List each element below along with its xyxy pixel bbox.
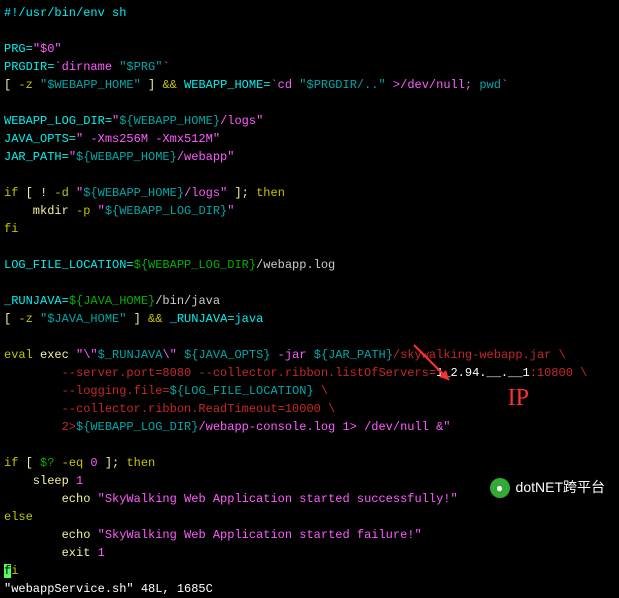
code-line: PRGDIR=`dirname "$PRG"` (4, 58, 615, 76)
code-line (4, 274, 615, 292)
code-line: [ -z "$WEBAPP_HOME" ] && WEBAPP_HOME=`cd… (4, 76, 615, 94)
code-line: _RUNJAVA=${JAVA_HOME}/bin/java (4, 292, 615, 310)
code-line (4, 22, 615, 40)
code-line: if [ $? -eq 0 ]; then (4, 454, 615, 472)
code-line: JAR_PATH="${WEBAPP_HOME}/webapp" (4, 148, 615, 166)
code-line: 2>${WEBAPP_LOG_DIR}/webapp-console.log 1… (4, 418, 615, 436)
watermark-text: dotNET跨平台 (516, 477, 605, 498)
code-line (4, 328, 615, 346)
code-line: JAVA_OPTS=" -Xms256M -Xmx512M" (4, 130, 615, 148)
code-line: fi (4, 562, 615, 580)
terminal-editor[interactable]: #!/usr/bin/env sh PRG="$0" PRGDIR=`dirna… (4, 4, 615, 598)
code-line: mkdir -p "${WEBAPP_LOG_DIR}" (4, 202, 615, 220)
code-line (4, 94, 615, 112)
code-line: LOG_FILE_LOCATION=${WEBAPP_LOG_DIR}/weba… (4, 256, 615, 274)
status-line: "webappService.sh" 48L, 1685C (4, 580, 615, 598)
code-line: fi (4, 220, 615, 238)
cursor: f (4, 564, 11, 578)
code-line: echo "SkyWalking Web Application started… (4, 526, 615, 544)
code-line (4, 166, 615, 184)
ip-annotation: IP (508, 380, 529, 416)
code-line: if [ ! -d "${WEBAPP_HOME}/logs" ]; then (4, 184, 615, 202)
wechat-icon: ● (490, 478, 510, 498)
code-line: PRG="$0" (4, 40, 615, 58)
code-line: #!/usr/bin/env sh (4, 4, 615, 22)
code-line: eval exec "\"$_RUNJAVA\" ${JAVA_OPTS} -j… (4, 346, 615, 364)
code-line: WEBAPP_LOG_DIR="${WEBAPP_HOME}/logs" (4, 112, 615, 130)
code-line (4, 238, 615, 256)
code-line: else (4, 508, 615, 526)
watermark: ● dotNET跨平台 (490, 477, 605, 498)
code-line: [ -z "$JAVA_HOME" ] && _RUNJAVA=java (4, 310, 615, 328)
code-line: exit 1 (4, 544, 615, 562)
code-line (4, 436, 615, 454)
